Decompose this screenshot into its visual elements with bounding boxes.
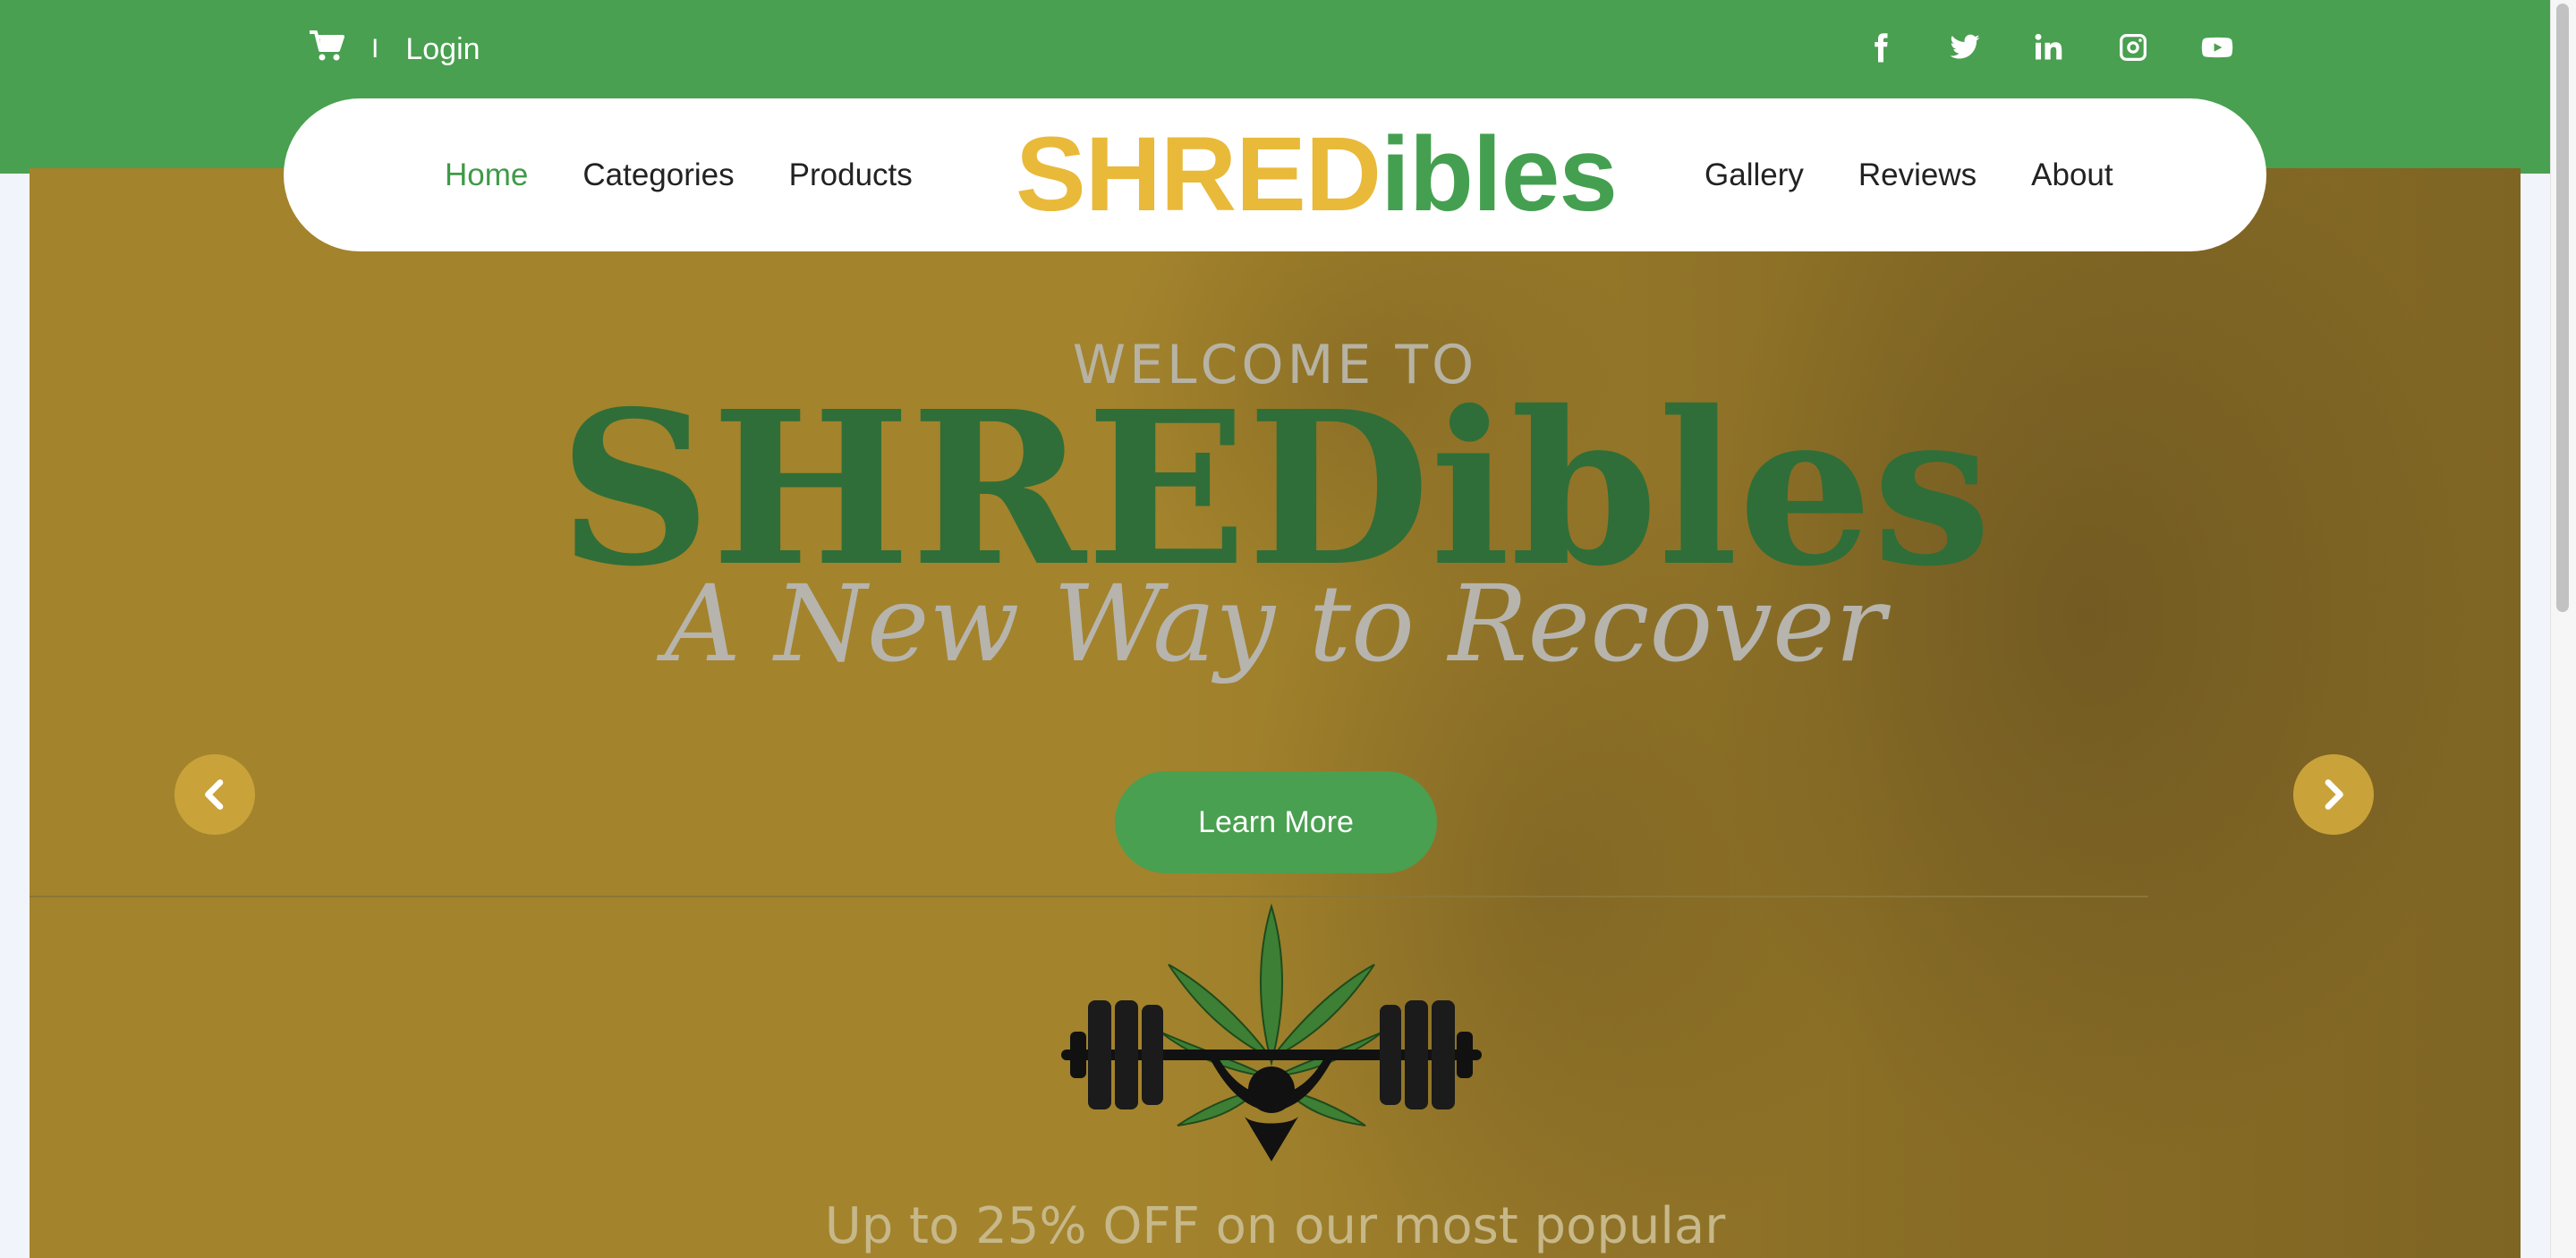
promo-text: Up to 25% OFF on our most popular xyxy=(824,1197,1726,1255)
main-navigation: Home Categories Products SHREDibles Gall… xyxy=(284,98,2266,251)
linkedin-icon[interactable] xyxy=(2028,27,2070,68)
instagram-icon[interactable] xyxy=(2113,27,2154,68)
hero-carousel: WELCOME TO SHREDibles A New Way to Recov… xyxy=(30,168,2521,1258)
brand-logo-part1: SHRED xyxy=(1016,115,1382,234)
nav-item-gallery[interactable]: Gallery xyxy=(1705,157,1804,193)
separator: I xyxy=(371,34,379,64)
nav-item-categories[interactable]: Categories xyxy=(582,157,734,193)
learn-more-button[interactable]: Learn More xyxy=(1115,771,1437,873)
twitter-icon[interactable] xyxy=(1944,27,1985,68)
nav-item-home[interactable]: Home xyxy=(445,157,528,193)
chevron-left-icon xyxy=(205,779,224,810)
carousel-prev-button[interactable] xyxy=(174,754,255,835)
hero-tagline: A New Way to Recover xyxy=(664,562,1886,685)
social-links xyxy=(1817,27,2238,68)
youtube-icon[interactable] xyxy=(2197,27,2238,68)
barbell-leaf-logo xyxy=(1061,903,1482,1161)
nav-item-reviews[interactable]: Reviews xyxy=(1858,157,1977,193)
brand-logo-part2: ibles xyxy=(1381,115,1618,234)
nav-left-group: Home Categories Products xyxy=(445,98,967,251)
chevron-right-icon xyxy=(2325,779,2343,810)
cart-login-group: I Login xyxy=(309,30,480,69)
nav-item-products[interactable]: Products xyxy=(789,157,913,193)
scrollbar-thumb[interactable] xyxy=(2556,4,2569,612)
brand-logo[interactable]: SHREDibles xyxy=(1016,115,1618,234)
nav-item-about[interactable]: About xyxy=(2031,157,2113,193)
shopping-cart-icon[interactable] xyxy=(309,30,344,70)
nav-right-group: Gallery Reviews About xyxy=(1705,98,2168,251)
facebook-icon[interactable] xyxy=(1860,27,1901,68)
carousel-next-button[interactable] xyxy=(2293,754,2374,835)
login-link[interactable]: Login xyxy=(405,32,480,67)
